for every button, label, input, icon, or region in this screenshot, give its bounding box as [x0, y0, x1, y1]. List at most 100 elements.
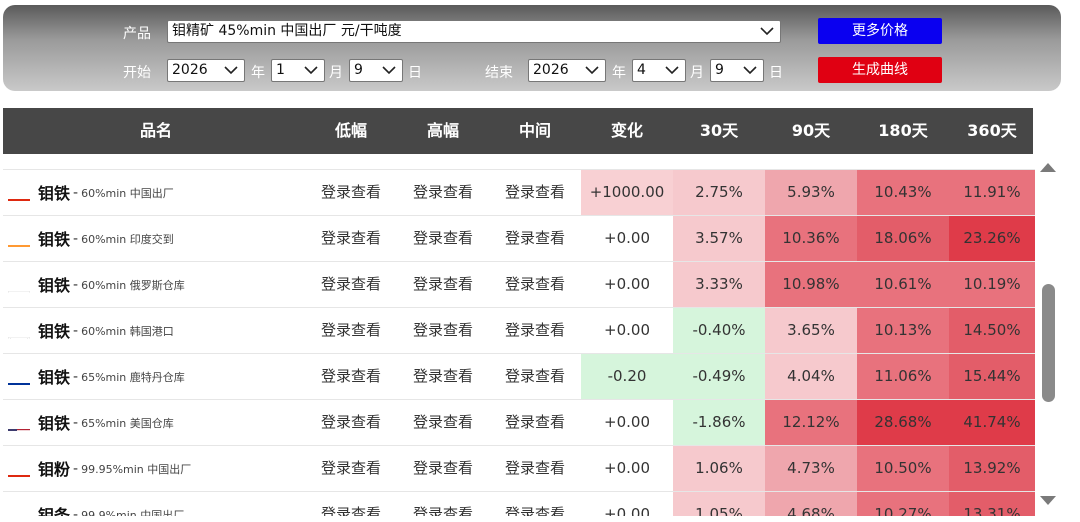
end-month-select[interactable]: 4	[632, 59, 686, 82]
product-spec: 60%min 韩国港口	[81, 325, 174, 338]
d30-cell: -0.40%	[673, 308, 765, 353]
low-cell[interactable]: 登录查看	[305, 492, 397, 516]
end-label: 结束	[485, 65, 513, 81]
d30-cell: 1.06%	[673, 446, 765, 491]
d360-cell: 15.44%	[949, 354, 1035, 399]
table-row[interactable]: 钼铁 -65%min 美国仓库 登录查看 登录查看 登录查看 +0.00 -1.86% 12.…	[3, 400, 1035, 446]
product-name-cell[interactable]: 钼铁 -60%min 韩国港口	[8, 308, 174, 353]
col-header-high: 高幅	[426, 121, 459, 140]
high-cell[interactable]: 登录查看	[397, 354, 489, 399]
d30-cell: 3.33%	[673, 262, 765, 307]
d180-cell: 10.27%	[857, 492, 949, 516]
table-row[interactable]: 钼铁 -60%min 中国出厂 登录查看 登录查看 登录查看 +1000.00 2.75% 5…	[3, 170, 1035, 216]
product-name-cell[interactable]: 钼铁 -65%min 美国仓库	[8, 400, 174, 445]
table-row[interactable]: 钼粉 -99.95%min 中国出厂 登录查看 登录查看 登录查看 +0.00 1.06% 4…	[3, 446, 1035, 492]
low-cell[interactable]: 登录查看	[305, 262, 397, 307]
d360-cell: 41.74%	[949, 400, 1035, 445]
low-cell[interactable]: 登录查看	[305, 308, 397, 353]
end-year-select[interactable]: 2026	[528, 59, 606, 82]
us-flag-icon	[8, 416, 30, 431]
product-select[interactable]: 钼精矿 45%min 中国出厂 元/干吨度	[167, 20, 781, 43]
table-row[interactable]: 钼铁 -60%min 韩国港口 登录查看 登录查看 登录查看 +0.00 -0.40% 3.6…	[3, 308, 1035, 354]
day-unit: 日	[408, 65, 422, 81]
mid-cell[interactable]: 登录查看	[489, 262, 581, 307]
col-header-90d: 90天	[791, 121, 831, 140]
separator: -	[73, 461, 79, 477]
product-name-cell[interactable]: 钼条 -99.9%min 中国出厂	[8, 492, 184, 516]
end-year-value: 2026	[533, 62, 569, 78]
eu-flag-icon	[8, 370, 30, 385]
d360-cell: 10.19%	[949, 262, 1035, 307]
d180-cell: 10.50%	[857, 446, 949, 491]
scroll-up-arrow-icon[interactable]	[1040, 162, 1056, 172]
more-prices-button[interactable]: 更多价格	[818, 18, 942, 44]
ru-flag-icon	[8, 278, 30, 293]
chevron-down-icon	[382, 60, 396, 81]
high-cell[interactable]: 登录查看	[397, 446, 489, 491]
high-cell[interactable]: 登录查看	[397, 170, 489, 215]
mid-cell[interactable]: 登录查看	[489, 216, 581, 261]
start-day-select[interactable]: 9	[349, 59, 403, 82]
d30-cell: 3.57%	[673, 216, 765, 261]
d90-cell: 10.98%	[765, 262, 857, 307]
separator: -	[73, 323, 79, 339]
mid-cell[interactable]: 登录查看	[489, 170, 581, 215]
d30-cell: -0.49%	[673, 354, 765, 399]
separator: -	[73, 415, 79, 431]
high-cell[interactable]: 登录查看	[397, 262, 489, 307]
low-cell[interactable]: 登录查看	[305, 170, 397, 215]
mid-cell[interactable]: 登录查看	[489, 354, 581, 399]
chevron-down-icon	[665, 60, 679, 81]
mid-cell[interactable]: 登录查看	[489, 400, 581, 445]
chevron-down-icon	[743, 60, 757, 81]
high-cell[interactable]: 登录查看	[397, 308, 489, 353]
start-month-select[interactable]: 1	[271, 59, 325, 82]
change-cell: -0.20	[581, 354, 673, 399]
low-cell[interactable]: 登录查看	[305, 400, 397, 445]
d180-cell: 11.06%	[857, 354, 949, 399]
product-name-cell[interactable]: 钼粉 -99.95%min 中国出厂	[8, 446, 191, 491]
month-unit: 月	[329, 65, 343, 81]
high-cell[interactable]: 登录查看	[397, 216, 489, 261]
low-cell[interactable]: 登录查看	[305, 446, 397, 491]
end-day-select[interactable]: 9	[710, 59, 764, 82]
in-flag-icon	[8, 232, 30, 247]
mid-cell[interactable]: 登录查看	[489, 492, 581, 516]
scrollbar[interactable]	[1035, 154, 1061, 516]
end-month-value: 4	[637, 62, 646, 78]
d90-cell: 4.73%	[765, 446, 857, 491]
mid-cell[interactable]: 登录查看	[489, 446, 581, 491]
filter-panel: 产品 钼精矿 45%min 中国出厂 元/干吨度 更多价格 开始 2026 年 …	[3, 5, 1061, 91]
col-header-180d: 180天	[878, 121, 928, 140]
d30-cell: 2.75%	[673, 170, 765, 215]
start-year-value: 2026	[172, 62, 208, 78]
table-row[interactable]: 钼铁 -60%min 印度交到 登录查看 登录查看 登录查看 +0.00 3.57% 10.3…	[3, 216, 1035, 262]
scroll-down-arrow-icon[interactable]	[1040, 496, 1056, 506]
product-name: 钼铁	[38, 230, 71, 249]
d360-cell: 23.26%	[949, 216, 1035, 261]
product-label: 产品	[123, 26, 151, 42]
product-name-cell[interactable]: 钼铁 -60%min 俄罗斯仓库	[8, 262, 185, 307]
table-row[interactable]: 钼铁 -65%min 鹿特丹仓库 登录查看 登录查看 登录查看 -0.20 -0.49% 4.…	[3, 354, 1035, 400]
d90-cell: 12.12%	[765, 400, 857, 445]
low-cell[interactable]: 登录查看	[305, 354, 397, 399]
make-chart-button[interactable]: 生成曲线	[818, 57, 942, 83]
d360-cell: 11.91%	[949, 170, 1035, 215]
mid-cell[interactable]: 登录查看	[489, 308, 581, 353]
high-cell[interactable]: 登录查看	[397, 492, 489, 516]
year-unit: 年	[612, 65, 626, 81]
scrollbar-thumb[interactable]	[1042, 284, 1055, 402]
table-row[interactable]: 钼铁 -60%min 俄罗斯仓库 登录查看 登录查看 登录查看 +0.00 3.33% 10.…	[3, 262, 1035, 308]
product-name-cell[interactable]: 钼铁 -60%min 中国出厂	[8, 170, 174, 215]
product-name-cell[interactable]: 钼铁 -60%min 印度交到	[8, 216, 174, 261]
d360-cell: 14.50%	[949, 308, 1035, 353]
product-name-cell[interactable]: 钼铁 -65%min 鹿特丹仓库	[8, 354, 185, 399]
table-row	[3, 154, 1035, 170]
product-name: 钼粉	[38, 460, 71, 479]
low-cell[interactable]: 登录查看	[305, 216, 397, 261]
table-row[interactable]: 钼条 -99.9%min 中国出厂 登录查看 登录查看 登录查看 +0.00 1.05% 4.…	[3, 492, 1035, 516]
col-header-30d: 30天	[699, 121, 739, 140]
high-cell[interactable]: 登录查看	[397, 400, 489, 445]
day-unit: 日	[769, 65, 783, 81]
start-year-select[interactable]: 2026	[167, 59, 245, 82]
